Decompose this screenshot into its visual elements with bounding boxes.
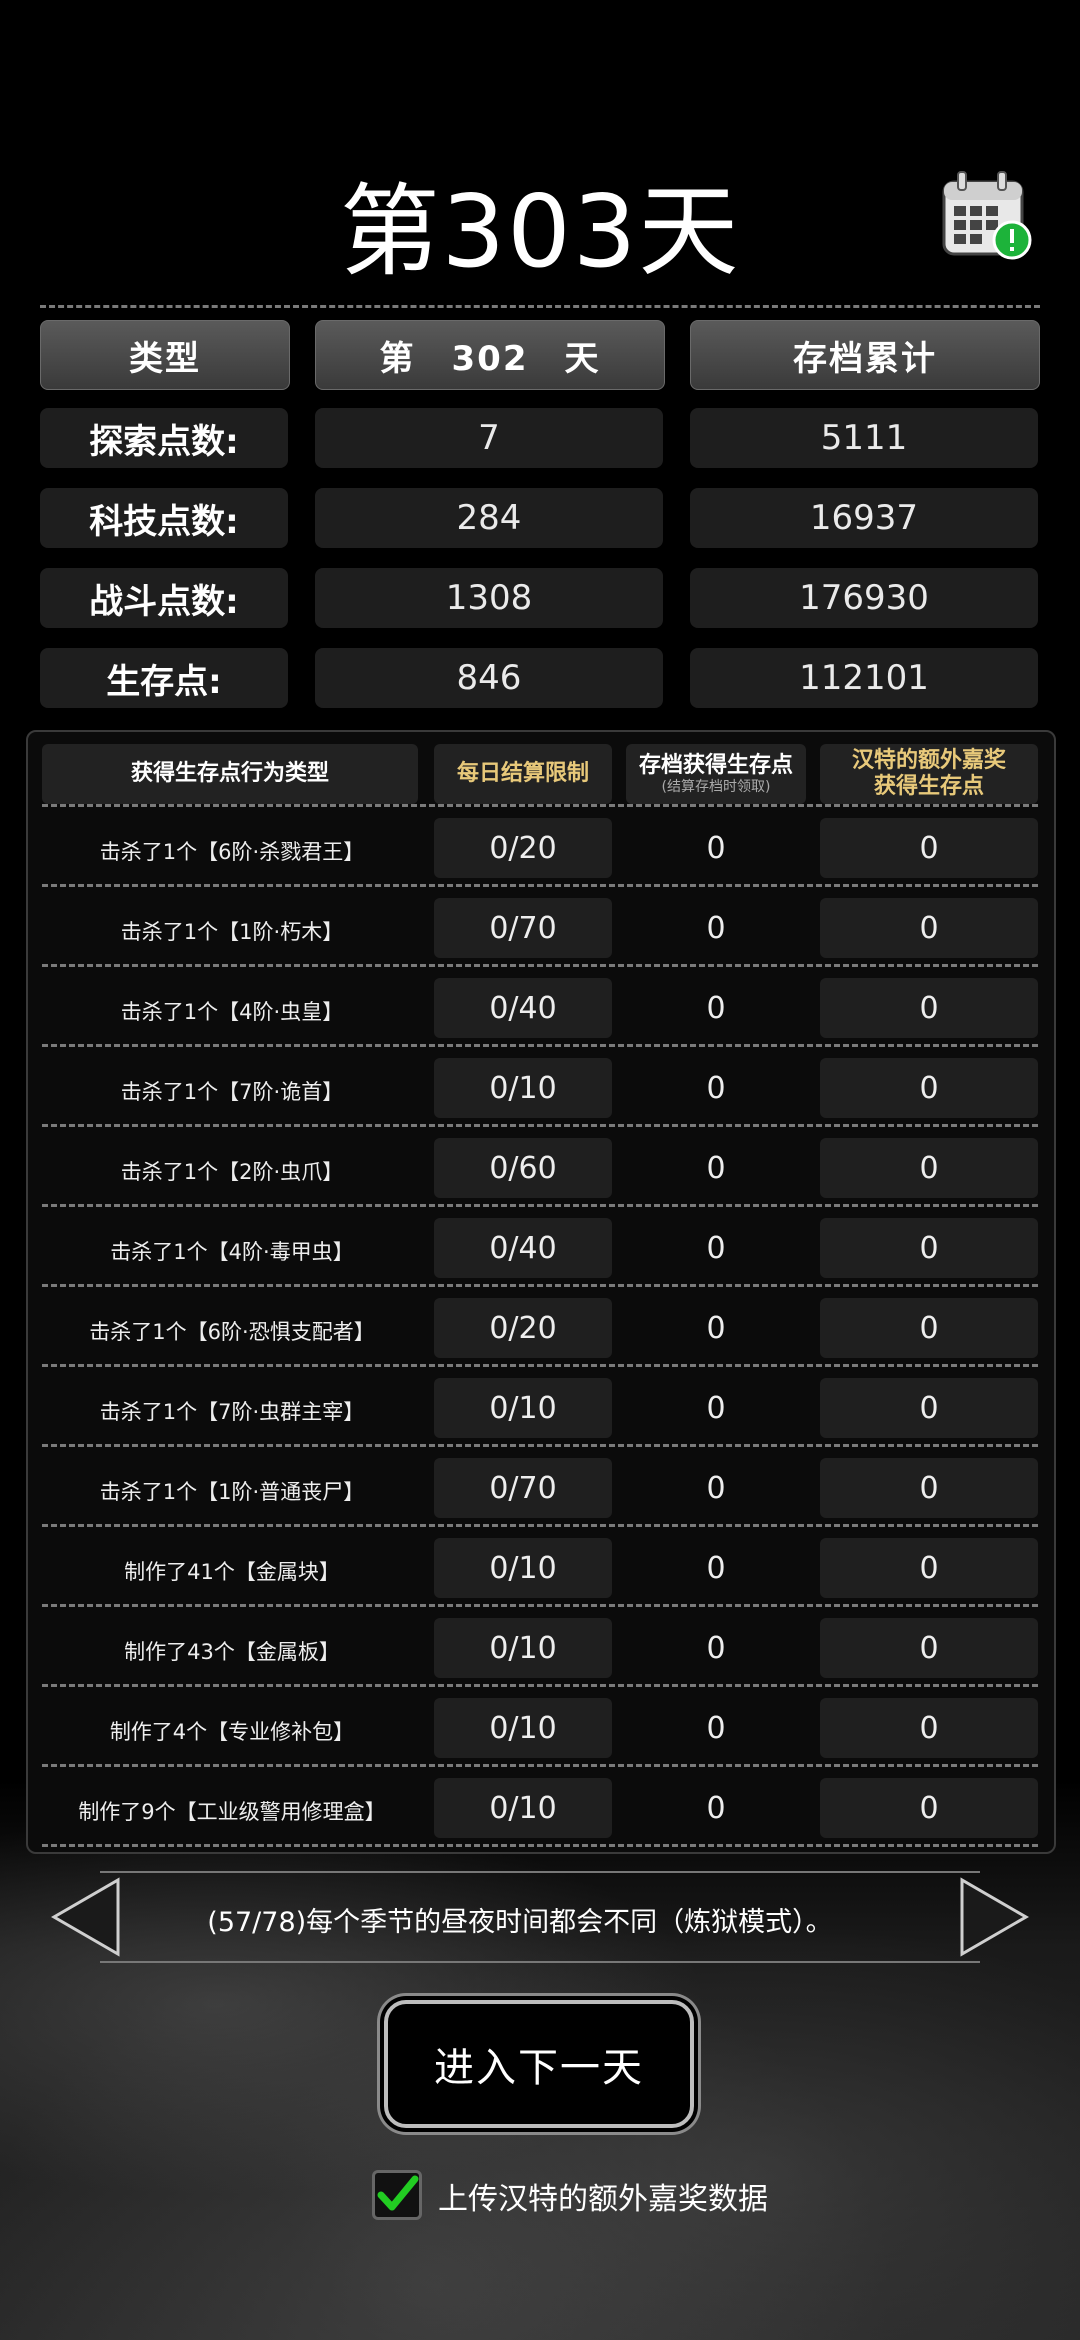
arrow-left-icon [51, 1877, 120, 1957]
row-save-points: 0 [706, 1230, 726, 1266]
row-action-label: 击杀了1个【1阶·朽木】 [120, 920, 344, 944]
row-divider [42, 884, 1038, 887]
row-save-points: 0 [706, 1630, 726, 1666]
summary-label-survival: 生存点: [40, 648, 288, 708]
summary-value-day: 7 [315, 408, 663, 468]
row-action-label: 击杀了1个【4阶·虫皇】 [120, 1000, 344, 1024]
row-save-points: 0 [706, 830, 726, 866]
row-divider [42, 1844, 1038, 1847]
summary-header-type: 类型 [40, 320, 290, 390]
summary-value-total: 16937 [690, 488, 1038, 548]
row-action-label: 击杀了1个【1阶·普通丧尸】 [99, 1480, 365, 1504]
row-divider [42, 1524, 1038, 1527]
summary-value-day: 284 [315, 488, 663, 548]
row-daily-limit: 0/70 [434, 898, 612, 958]
row-action-label: 制作了41个【金属块】 [124, 1560, 340, 1584]
summary-value-day: 846 [315, 648, 663, 708]
next-tip-button[interactable] [956, 1876, 1032, 1958]
row-daily-limit: 0/10 [434, 1698, 612, 1758]
row-daily-limit: 0/10 [434, 1778, 612, 1838]
row-daily-limit: 0/20 [434, 1298, 612, 1358]
row-divider [42, 1604, 1038, 1607]
summary-label-tech: 科技点数: [40, 488, 288, 548]
upload-label: 上传汉特的额外嘉奖数据 [438, 2182, 768, 2217]
row-save-points: 0 [706, 1070, 726, 1106]
next-day-button[interactable]: 进入下一天 [384, 2000, 694, 2128]
row-divider [42, 1684, 1038, 1687]
next-day-label: 进入下一天 [434, 2045, 644, 2091]
row-daily-limit: 0/40 [434, 978, 612, 1038]
row-save-points: 0 [706, 990, 726, 1026]
summary-value-total: 5111 [690, 408, 1038, 468]
row-action-label: 击杀了1个【7阶·虫群主宰】 [99, 1400, 365, 1424]
row-daily-limit: 0/10 [434, 1538, 612, 1598]
tip-text: (57/78)每个季节的昼夜时间都会不同（炼狱模式）。 [207, 1907, 833, 1938]
summary-value-day: 1308 [315, 568, 663, 628]
row-save-points: 0 [706, 1310, 726, 1346]
row-daily-limit: 0/10 [434, 1618, 612, 1678]
upload-checkbox[interactable] [372, 2170, 422, 2220]
row-save-points: 0 [706, 1390, 726, 1426]
row-daily-limit: 0/10 [434, 1378, 612, 1438]
row-bonus-points: 0 [820, 1138, 1038, 1198]
summary-value-total: 112101 [690, 648, 1038, 708]
day-title: 第303天 [339, 173, 741, 290]
summary-label-combat: 战斗点数: [40, 568, 288, 628]
row-daily-limit: 0/40 [434, 1218, 612, 1278]
row-bonus-points: 0 [820, 1298, 1038, 1358]
row-bonus-points: 0 [820, 898, 1038, 958]
row-action-label: 制作了9个【工业级警用修理盒】 [78, 1800, 386, 1824]
row-save-points: 0 [706, 1550, 726, 1586]
row-bonus-points: 0 [820, 978, 1038, 1038]
row-divider [42, 1444, 1038, 1447]
summary-label-explore: 探索点数: [40, 408, 288, 468]
row-action-label: 击杀了1个【7阶·诡首】 [120, 1080, 344, 1104]
arrow-right-icon [960, 1877, 1029, 1957]
summary-header-total: 存档累计 [690, 320, 1040, 390]
row-bonus-points: 0 [820, 1458, 1038, 1518]
row-daily-limit: 0/20 [434, 818, 612, 878]
row-divider [42, 1284, 1038, 1287]
row-action-label: 制作了4个【专业修补包】 [109, 1720, 355, 1744]
row-bonus-points: 0 [820, 818, 1038, 878]
row-divider [42, 1764, 1038, 1767]
row-daily-limit: 0/60 [434, 1138, 612, 1198]
summary-value-total: 176930 [690, 568, 1038, 628]
table-header-save-points: 存档获得生存点 (结算存档时领取) [626, 744, 806, 804]
row-bonus-points: 0 [820, 1698, 1038, 1758]
row-divider [42, 1364, 1038, 1367]
row-daily-limit: 0/70 [434, 1458, 612, 1518]
row-daily-limit: 0/10 [434, 1058, 612, 1118]
row-bonus-points: 0 [820, 1618, 1038, 1678]
row-save-points: 0 [706, 1790, 726, 1826]
row-bonus-points: 0 [820, 1378, 1038, 1438]
row-bonus-points: 0 [820, 1058, 1038, 1118]
row-divider [42, 1124, 1038, 1127]
row-divider [42, 964, 1038, 967]
row-bonus-points: 0 [820, 1778, 1038, 1838]
row-bonus-points: 0 [820, 1538, 1038, 1598]
row-action-label: 制作了43个【金属板】 [124, 1640, 340, 1664]
row-divider [42, 1044, 1038, 1047]
row-save-points: 0 [706, 1710, 726, 1746]
row-action-label: 击杀了1个【2阶·虫爪】 [120, 1160, 344, 1184]
calendar-alert-icon[interactable] [938, 168, 1034, 264]
row-save-points: 0 [706, 1150, 726, 1186]
row-save-points: 0 [706, 1470, 726, 1506]
row-bonus-points: 0 [820, 1218, 1038, 1278]
table-header-daily-limit: 每日结算限制 [434, 744, 612, 804]
row-divider [42, 1204, 1038, 1207]
summary-header-day: 第 302 天 [315, 320, 665, 390]
row-action-label: 击杀了1个【4阶·毒甲虫】 [110, 1240, 354, 1264]
table-header-action: 获得生存点行为类型 [42, 744, 418, 804]
row-action-label: 击杀了1个【6阶·杀戮君王】 [99, 840, 365, 864]
row-divider [42, 804, 1038, 807]
divider [40, 305, 1040, 308]
row-save-points: 0 [706, 910, 726, 946]
row-action-label: 击杀了1个【6阶·恐惧支配者】 [89, 1320, 375, 1344]
prev-tip-button[interactable] [48, 1876, 124, 1958]
checkmark-icon [377, 2175, 419, 2211]
table-header-bonus: 汉特的额外嘉奖 获得生存点 [820, 744, 1038, 804]
